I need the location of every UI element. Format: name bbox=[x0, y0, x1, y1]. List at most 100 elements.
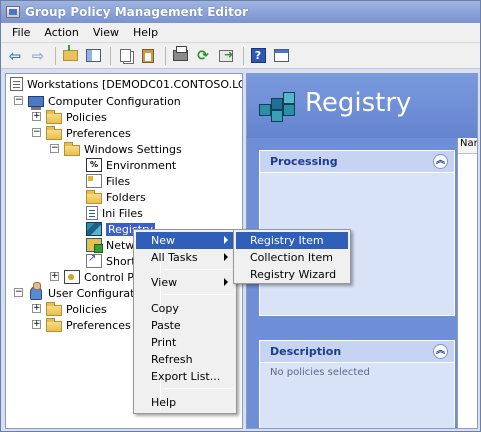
menu-item-copy[interactable]: Copy bbox=[136, 300, 234, 317]
tree-item-preferences[interactable]: Preferences bbox=[46, 125, 131, 141]
expand-icon[interactable]: + bbox=[50, 272, 59, 281]
properties-button[interactable] bbox=[271, 46, 291, 66]
tree-item-ini-files[interactable]: Ini Files bbox=[86, 205, 143, 221]
toolbar-separator bbox=[110, 46, 111, 65]
menu-item-paste[interactable]: Paste bbox=[136, 317, 234, 334]
expand-icon[interactable]: + bbox=[32, 112, 41, 121]
menu-item-label: Refresh bbox=[151, 353, 193, 366]
tree-item-label: Policies bbox=[66, 110, 107, 124]
folder-icon bbox=[46, 109, 62, 124]
expand-icon[interactable]: + bbox=[32, 304, 41, 313]
menu-item-help[interactable]: Help bbox=[136, 394, 234, 411]
menu-separator bbox=[164, 269, 233, 270]
export-list-button[interactable] bbox=[216, 46, 236, 66]
copy-icon bbox=[119, 49, 131, 62]
tree-item-label: Windows Settings bbox=[84, 142, 182, 156]
menu-item-label: Paste bbox=[151, 319, 181, 332]
back-arrow-icon: ⇦ bbox=[8, 46, 22, 65]
tree-item-policies[interactable]: Policies bbox=[46, 109, 107, 125]
menu-item-collection-item[interactable]: Collection Item bbox=[236, 249, 348, 266]
tree-item-windows-settings[interactable]: Windows Settings bbox=[64, 141, 182, 157]
forward-button[interactable]: ⇨ bbox=[28, 46, 48, 66]
description-text: No policies selected bbox=[270, 367, 370, 378]
tree-item-label: Ini Files bbox=[102, 206, 143, 220]
menu-item-label: New bbox=[151, 234, 175, 247]
collapse-icon[interactable]: − bbox=[14, 96, 23, 105]
menu-file[interactable]: File bbox=[5, 26, 37, 39]
menu-separator bbox=[164, 294, 233, 295]
menu-item-new[interactable]: New bbox=[136, 232, 234, 249]
app-icon bbox=[6, 6, 20, 18]
processing-label: Processing bbox=[270, 155, 338, 168]
print-icon bbox=[172, 46, 188, 61]
description-label: Description bbox=[270, 345, 342, 358]
files-icon bbox=[86, 174, 102, 188]
details-header: Registry bbox=[247, 74, 477, 138]
back-button[interactable]: ⇦ bbox=[5, 46, 25, 66]
menu-item-label: Export List... bbox=[151, 370, 221, 383]
collapse-icon[interactable]: − bbox=[14, 288, 23, 297]
new-submenu: Registry Item Collection Item Registry W… bbox=[233, 229, 351, 284]
menu-item-label: View bbox=[151, 276, 178, 289]
show-hide-tree-button[interactable] bbox=[83, 46, 103, 66]
policy-document-icon bbox=[10, 77, 23, 91]
toolbar: ⇦ ⇨ ⟳ ? bbox=[1, 43, 480, 69]
submenu-arrow-icon bbox=[224, 253, 228, 261]
collapse-icon[interactable]: − bbox=[50, 144, 59, 153]
column-header-name[interactable]: Name bbox=[458, 138, 477, 154]
menu-item-label: Copy bbox=[151, 302, 179, 315]
paste-icon bbox=[142, 48, 154, 63]
tree-item-root[interactable]: Workstations [DEMODC01.CONTOSO.LOCAL] bbox=[10, 76, 242, 92]
menu-help[interactable]: Help bbox=[126, 26, 165, 39]
processing-header[interactable]: Processing ︽ bbox=[260, 151, 454, 173]
tree-item-label: Preferences bbox=[66, 318, 131, 332]
menu-item-view[interactable]: View bbox=[136, 274, 234, 291]
tree-item-label: Policies bbox=[66, 302, 107, 316]
menu-item-all-tasks[interactable]: All Tasks bbox=[136, 249, 234, 266]
help-icon: ? bbox=[250, 48, 266, 63]
tree-item-files[interactable]: Files bbox=[86, 173, 130, 189]
network-shares-icon bbox=[86, 238, 103, 253]
refresh-button[interactable]: ⟳ bbox=[193, 46, 213, 66]
up-folder-icon bbox=[62, 45, 78, 61]
tree-item-computer-configuration[interactable]: Computer Configuration bbox=[28, 93, 181, 110]
tree-item-label: Preferences bbox=[66, 126, 131, 140]
main-window: Group Policy Management Editor File Acti… bbox=[0, 0, 481, 432]
description-header[interactable]: Description ︽ bbox=[260, 341, 454, 363]
menu-view[interactable]: View bbox=[86, 26, 126, 39]
menu-item-registry-wizard[interactable]: Registry Wizard bbox=[236, 266, 348, 283]
collapse-chevron-icon[interactable]: ︽ bbox=[433, 344, 448, 359]
menu-item-export-list[interactable]: Export List... bbox=[136, 368, 234, 385]
tree-item-environment[interactable]: % Environment bbox=[86, 157, 176, 173]
ini-file-icon bbox=[86, 206, 98, 220]
paste-button[interactable] bbox=[138, 46, 158, 66]
collapse-chevron-icon[interactable]: ︽ bbox=[433, 154, 448, 169]
menu-item-print[interactable]: Print bbox=[136, 334, 234, 351]
tree-item-user-preferences[interactable]: Preferences bbox=[46, 317, 131, 333]
tree-item-label: Files bbox=[106, 174, 131, 188]
expand-icon[interactable]: + bbox=[32, 320, 41, 329]
tree-item-user-policies[interactable]: Policies bbox=[46, 301, 107, 317]
tree-item-folders[interactable]: Folders bbox=[86, 189, 146, 205]
tree-item-label: Folders bbox=[106, 190, 146, 204]
control-panel-icon bbox=[64, 270, 80, 284]
menu-item-registry-item[interactable]: Registry Item bbox=[236, 232, 348, 249]
copy-button[interactable] bbox=[115, 46, 135, 66]
description-panel: Description ︽ No policies selected bbox=[259, 340, 455, 428]
context-menu: New All Tasks View Copy Paste Print Refr… bbox=[133, 229, 237, 414]
folder-icon bbox=[46, 317, 62, 332]
up-one-level-button[interactable] bbox=[60, 45, 80, 66]
folder-icon bbox=[46, 125, 62, 140]
user-icon bbox=[30, 282, 42, 300]
tree-item-label: Workstations [DEMODC01.CONTOSO.LOCAL] bbox=[27, 77, 242, 91]
help-button[interactable]: ? bbox=[248, 46, 268, 66]
menu-action[interactable]: Action bbox=[37, 26, 85, 39]
menu-item-refresh[interactable]: Refresh bbox=[136, 351, 234, 368]
print-button[interactable] bbox=[170, 46, 190, 66]
folder-icon bbox=[46, 301, 62, 316]
items-list[interactable]: Name bbox=[457, 138, 477, 428]
window-title: Group Policy Management Editor bbox=[25, 5, 249, 19]
collapse-icon[interactable]: − bbox=[32, 128, 41, 137]
forward-arrow-icon: ⇨ bbox=[31, 46, 45, 65]
title-bar[interactable]: Group Policy Management Editor bbox=[1, 1, 480, 23]
